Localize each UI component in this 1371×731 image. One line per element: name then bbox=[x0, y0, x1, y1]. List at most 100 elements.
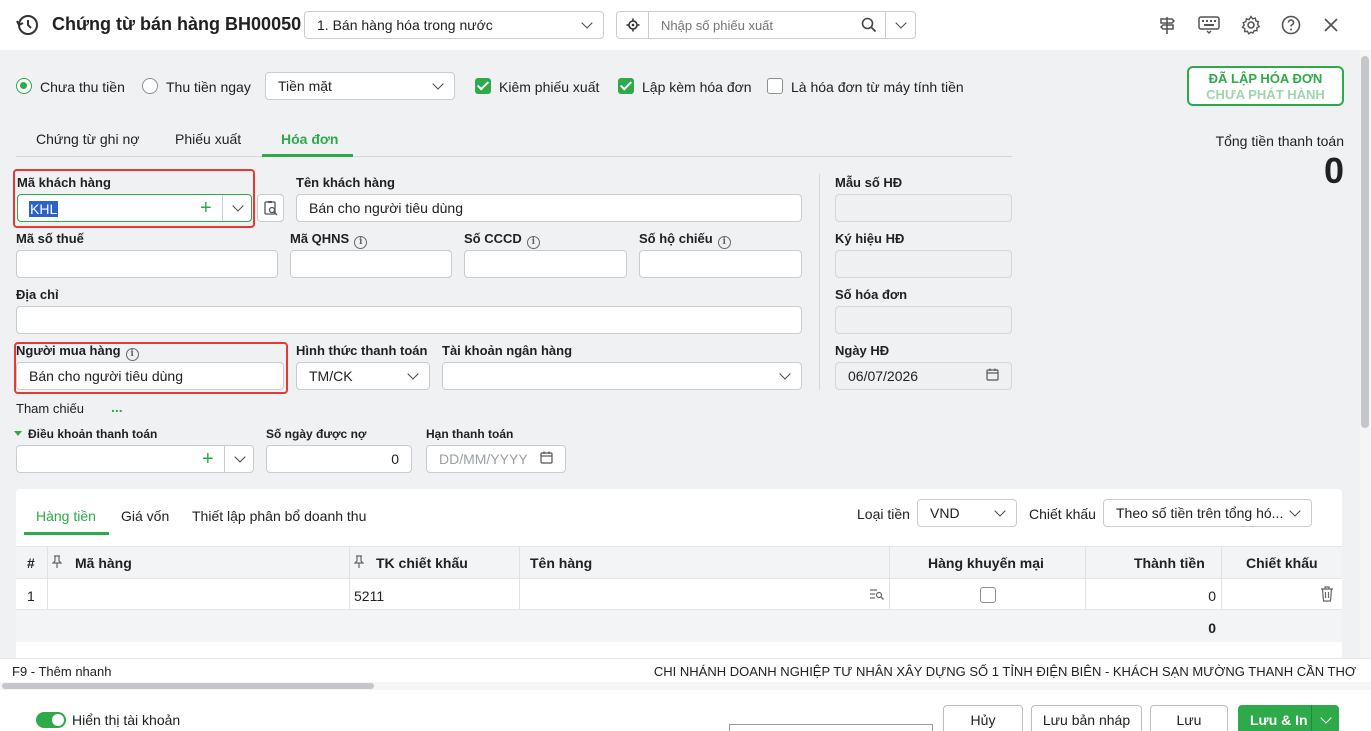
discount-mode-select[interactable]: Theo số tiền trên tổng hó... bbox=[1103, 499, 1312, 527]
cell-amount[interactable]: 0 bbox=[1166, 588, 1216, 604]
search-box[interactable] bbox=[616, 11, 916, 39]
tax-code-input[interactable] bbox=[16, 250, 278, 278]
save-button[interactable]: Lưu bbox=[1150, 705, 1228, 731]
keyboard-icon[interactable] bbox=[1197, 13, 1221, 37]
due-date-placeholder: DD/MM/YYYY bbox=[439, 451, 528, 467]
horizontal-scrollbar[interactable] bbox=[0, 682, 1371, 690]
qhns-label: Mã QHNS i bbox=[290, 231, 368, 249]
save-print-dropdown[interactable] bbox=[1312, 705, 1339, 731]
close-icon[interactable] bbox=[1319, 13, 1343, 37]
payment-method-select[interactable]: Tiền mặt bbox=[265, 72, 455, 100]
chevron-down-icon bbox=[581, 17, 593, 29]
customer-name-input[interactable]: Bán cho người tiêu dùng bbox=[296, 194, 802, 222]
cccd-label-text: Số CCCD bbox=[464, 231, 522, 246]
voucher-type-select[interactable]: 1. Bán hàng hóa trong nước bbox=[304, 11, 604, 39]
chevron-down-icon bbox=[779, 368, 791, 380]
buyer-label: Người mua hàng i bbox=[16, 343, 139, 361]
bank-account-label: Tài khoản ngân hàng bbox=[442, 343, 573, 358]
search-input[interactable] bbox=[661, 16, 861, 34]
history-icon[interactable] bbox=[14, 12, 40, 38]
passport-input[interactable] bbox=[639, 250, 802, 278]
search-icon[interactable] bbox=[861, 17, 877, 36]
trash-icon[interactable] bbox=[1320, 586, 1334, 605]
buyer-value: Bán cho người tiêu dùng bbox=[29, 368, 183, 384]
add-customer-icon[interactable]: + bbox=[200, 198, 212, 218]
item-name-lookup-icon[interactable] bbox=[870, 588, 884, 603]
customer-dropdown-button[interactable] bbox=[222, 195, 252, 221]
buyer-input[interactable]: Bán cho người tiêu dùng bbox=[16, 362, 284, 390]
tab-cost[interactable]: Giá vốn bbox=[121, 508, 169, 524]
col-header-promo: Hàng khuyến mại bbox=[928, 555, 1044, 571]
address-input[interactable] bbox=[16, 306, 802, 334]
help-icon[interactable] bbox=[1279, 13, 1303, 37]
vertical-scrollbar-thumb[interactable] bbox=[1361, 56, 1369, 428]
col-header-number: # bbox=[27, 555, 35, 571]
credit-days-input[interactable]: 0 bbox=[266, 445, 412, 473]
currency-select[interactable]: VND bbox=[917, 499, 1017, 527]
discount-mode-value: Theo số tiền trên tổng hó... bbox=[1116, 505, 1284, 521]
gear-small-icon[interactable] bbox=[617, 12, 649, 38]
payment-terms-combo[interactable]: + bbox=[16, 445, 254, 473]
customer-code-input[interactable]: KHL bbox=[29, 201, 59, 217]
customer-code-combo[interactable]: KHL + bbox=[17, 194, 252, 222]
settings-icon[interactable] bbox=[1239, 13, 1263, 37]
table-row[interactable]: 1 5211 0 bbox=[16, 579, 1342, 610]
buyer-label-text: Người mua hàng bbox=[16, 343, 121, 358]
payment-form-label: Hình thức thanh toán bbox=[296, 343, 428, 358]
reference-more-link[interactable]: ... bbox=[111, 399, 123, 415]
checkbox-export-label: Kiêm phiếu xuất bbox=[499, 79, 600, 95]
chevron-down-icon bbox=[994, 505, 1006, 517]
add-term-icon[interactable]: + bbox=[202, 449, 214, 469]
currency-label: Loại tiền bbox=[857, 506, 910, 522]
invoice-symbol-label: Ký hiệu HĐ bbox=[835, 231, 905, 246]
search-dropdown-button[interactable] bbox=[885, 12, 915, 38]
tab-revenue-allocation[interactable]: Thiết lập phân bổ doanh thu bbox=[192, 508, 366, 524]
detail-tab-indicator bbox=[24, 532, 109, 535]
customer-code-label: Mã khách hàng bbox=[17, 175, 111, 190]
radio-paid[interactable] bbox=[142, 78, 158, 94]
payment-terms-dropdown[interactable] bbox=[224, 446, 254, 472]
vertical-scrollbar[interactable] bbox=[1360, 50, 1371, 658]
window-header: Chứng từ bán hàng BH00050 1. Bán hàng hó… bbox=[0, 0, 1371, 50]
col-header-amount: Thành tiền bbox=[1134, 555, 1205, 571]
status-badge: ĐÃ LẬP HÓA ĐƠN CHƯA PHÁT HÀNH bbox=[1187, 66, 1344, 106]
pin-icon[interactable] bbox=[51, 555, 63, 572]
customer-lookup-icon[interactable] bbox=[257, 194, 284, 222]
cell-discount-account[interactable]: 5211 bbox=[354, 588, 384, 604]
chevron-down-icon bbox=[231, 200, 244, 212]
promo-checkbox[interactable] bbox=[980, 587, 996, 603]
footer-tooltip-stub bbox=[729, 724, 933, 731]
calendar-icon[interactable] bbox=[540, 451, 553, 467]
qhns-input[interactable] bbox=[290, 250, 452, 278]
bank-account-select[interactable] bbox=[442, 362, 802, 390]
save-print-button[interactable]: Lưu & In bbox=[1250, 712, 1308, 728]
due-date-input[interactable]: DD/MM/YYYY bbox=[426, 445, 566, 473]
save-draft-button[interactable]: Lưu bản nháp bbox=[1031, 705, 1142, 731]
info-icon: i bbox=[526, 235, 540, 249]
tab-export-voucher[interactable]: Phiếu xuất bbox=[175, 131, 241, 147]
status-badge-line1: ĐÃ LẬP HÓA ĐƠN bbox=[1208, 71, 1323, 86]
payment-form-select[interactable]: TM/CK bbox=[296, 362, 430, 390]
horizontal-scrollbar-thumb[interactable] bbox=[2, 683, 374, 689]
checkbox-export[interactable] bbox=[475, 78, 491, 94]
tab-debit-voucher[interactable]: Chứng từ ghi nợ bbox=[36, 131, 139, 147]
expand-triangle-icon[interactable] bbox=[14, 431, 22, 436]
invoice-number-input bbox=[835, 306, 1012, 334]
checkbox-invoice[interactable] bbox=[618, 78, 634, 94]
save-print-button-group: Lưu & In bbox=[1238, 705, 1339, 731]
radio-unpaid[interactable] bbox=[16, 78, 32, 94]
calendar-icon[interactable] bbox=[986, 368, 999, 384]
checkbox-cash-register[interactable] bbox=[767, 78, 783, 94]
cccd-input[interactable] bbox=[464, 250, 627, 278]
tab-goods-money[interactable]: Hàng tiền bbox=[36, 508, 96, 524]
cancel-button[interactable]: Hủy bbox=[943, 705, 1023, 731]
tab-bar-divider bbox=[16, 156, 1012, 157]
invoice-section-divider bbox=[819, 174, 820, 390]
chevron-down-icon bbox=[233, 451, 246, 463]
show-account-toggle[interactable] bbox=[36, 712, 66, 728]
toggle-knob bbox=[52, 714, 64, 726]
payment-method-value: Tiền mặt bbox=[278, 78, 332, 94]
signpost-icon[interactable] bbox=[1155, 13, 1179, 37]
pin-icon[interactable] bbox=[353, 555, 365, 572]
tab-invoice[interactable]: Hóa đơn bbox=[281, 131, 338, 147]
